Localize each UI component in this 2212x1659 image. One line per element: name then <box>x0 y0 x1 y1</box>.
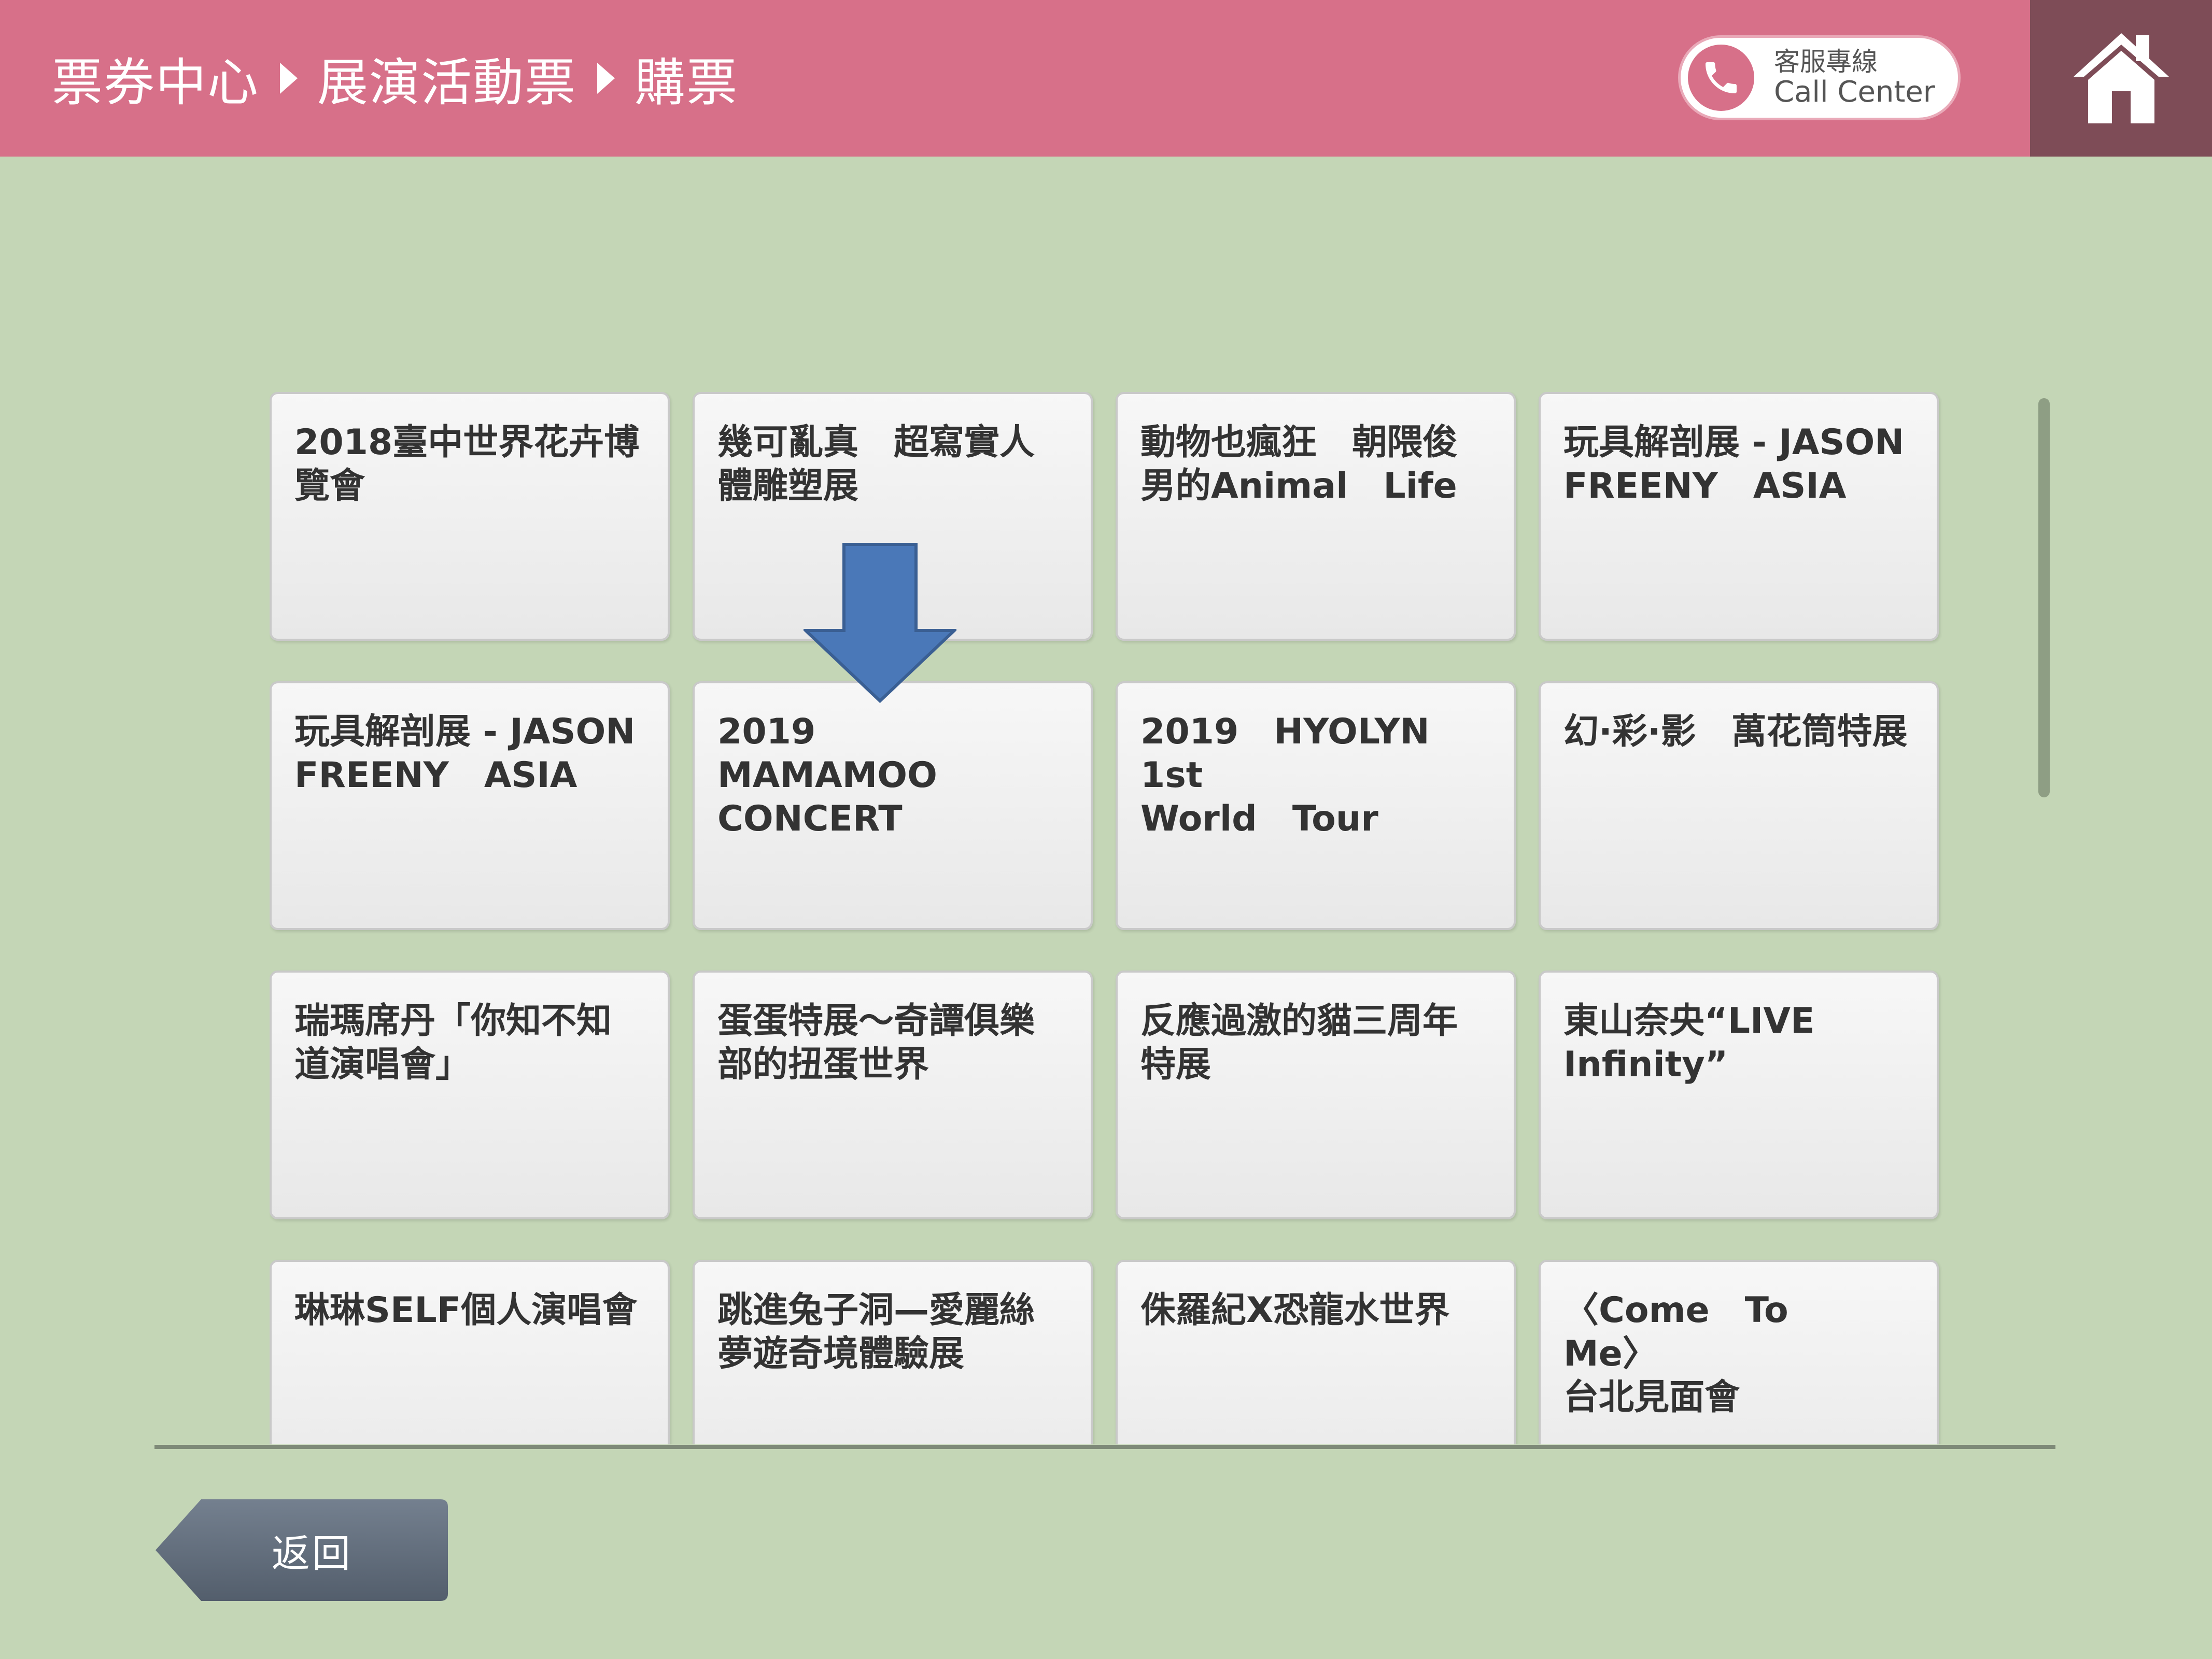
call-center-label: 客服專線 Call Center <box>1774 46 1935 109</box>
scrollbar-thumb[interactable] <box>2038 398 2050 797</box>
event-card[interactable]: 2018臺中世界花卉博 覽會 <box>270 392 670 641</box>
event-card[interactable]: 動物也瘋狂 朝隈俊 男的Animal Life <box>1116 392 1516 641</box>
call-center-label-zh: 客服專線 <box>1774 46 1878 77</box>
breadcrumb: 票券中心 展演活動票 購票 <box>52 0 738 157</box>
back-button[interactable]: 返回 <box>154 1498 449 1602</box>
breadcrumb-separator-icon <box>280 63 298 94</box>
event-card[interactable]: 蛋蛋特展～奇譚俱樂 部的扭蛋世界 <box>693 971 1093 1219</box>
call-center-label-en: Call Center <box>1774 75 1935 109</box>
breadcrumb-separator-icon <box>597 63 615 94</box>
event-card[interactable]: 瑞瑪席丹「你知不知 道演唱會」 <box>270 971 670 1219</box>
event-card[interactable]: 玩具解剖展 - JASON FREENY ASIA <box>1539 392 1939 641</box>
breadcrumb-item-ticket-center[interactable]: 票券中心 <box>52 41 259 115</box>
event-grid: 2018臺中世界花卉博 覽會 幾可亂真 超寫實人 體雕塑展 動物也瘋狂 朝隈俊 … <box>270 392 1944 1444</box>
back-button-label: 返回 <box>272 1531 353 1576</box>
event-card[interactable]: 玩具解剖展 - JASON FREENY ASIA <box>270 681 670 930</box>
event-card[interactable]: 〈Come To Me〉 台北見面會 <box>1539 1260 1939 1444</box>
phone-icon <box>1688 45 1754 111</box>
home-button[interactable] <box>2030 0 2212 157</box>
scrollbar[interactable] <box>2038 398 2050 1440</box>
event-card-highlighted[interactable]: 2019 MAMAMOO CONCERT <box>693 681 1093 930</box>
call-center-button[interactable]: 客服專線 Call Center <box>1678 35 1961 120</box>
event-card[interactable]: 東山奈央“LIVE Infinity” <box>1539 971 1939 1219</box>
down-arrow-icon <box>804 543 956 703</box>
breadcrumb-item-events[interactable]: 展演活動票 <box>317 41 576 115</box>
event-card[interactable]: 幻·彩·影 萬花筒特展 <box>1539 681 1939 930</box>
header-bar: 票券中心 展演活動票 購票 客服專線 Call Center <box>0 0 2212 157</box>
home-icon <box>2073 33 2169 123</box>
event-card[interactable]: 侏羅紀X恐龍水世界 <box>1116 1260 1516 1444</box>
breadcrumb-item-purchase: 購票 <box>635 53 739 113</box>
event-card[interactable]: 2019 HYOLYN 1st World Tour <box>1116 681 1516 930</box>
event-card[interactable]: 琳琳SELF個人演唱會 <box>270 1260 670 1444</box>
event-list: 2018臺中世界花卉博 覽會 幾可亂真 超寫實人 體雕塑展 動物也瘋狂 朝隈俊 … <box>270 392 1944 1444</box>
footer-divider <box>154 1445 2055 1449</box>
event-card[interactable]: 反應過激的貓三周年 特展 <box>1116 971 1516 1219</box>
event-card[interactable]: 跳進兔子洞—愛麗絲 夢遊奇境體驗展 <box>693 1260 1093 1444</box>
